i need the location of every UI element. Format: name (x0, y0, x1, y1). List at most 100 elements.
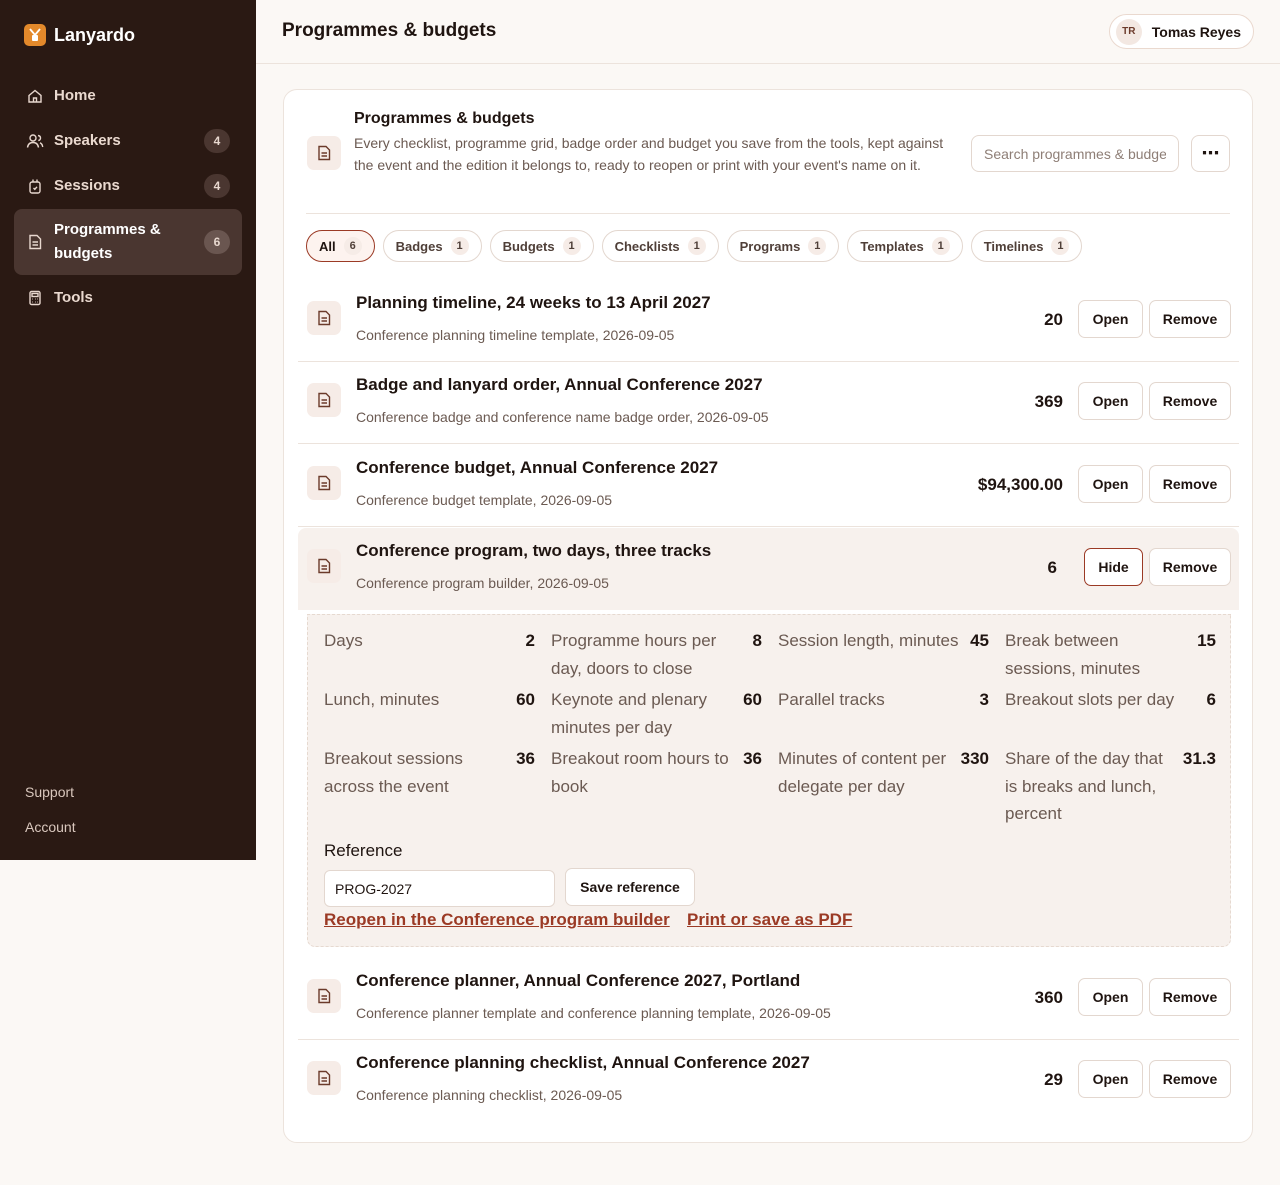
brand[interactable]: Lanyardo (24, 24, 135, 46)
remove-button[interactable]: Remove (1149, 300, 1231, 338)
filter-label: Checklists (614, 238, 680, 254)
stat-label: Breakout room hours to book (551, 749, 729, 796)
users-icon (26, 132, 44, 150)
document-icon (307, 549, 341, 583)
remove-button[interactable]: Remove (1149, 1060, 1231, 1098)
item-subtitle: Conference planner template and conferen… (356, 1005, 831, 1021)
stat-label: Session length, minutes (778, 631, 959, 650)
filter-budgets[interactable]: Budgets 1 (489, 230, 594, 262)
open-button[interactable]: Open (1078, 978, 1143, 1016)
filter-templates[interactable]: Templates 1 (847, 230, 963, 262)
filter-count: 1 (687, 237, 706, 255)
item-subtitle: Conference budget template, 2026-09-05 (356, 492, 613, 508)
stat-label: Minutes of content per delegate per day (778, 749, 947, 796)
stat-value: 2 (525, 631, 535, 650)
stat-item: Breakout sessions across the event 36 (324, 745, 535, 828)
item-title: Badge and lanyard order, Annual Conferen… (356, 375, 763, 394)
programmes-card: Programmes & budgets Every checklist, pr… (283, 89, 1253, 1143)
stats-grid: Days 2 Programme hours per day, doors to … (324, 627, 1216, 832)
stat-item: Days 2 (324, 627, 535, 682)
stat-item: Lunch, minutes 60 (324, 686, 535, 741)
search-input[interactable] (971, 135, 1179, 172)
document-icon (307, 979, 341, 1013)
stat-label: Break between sessions, minutes (1005, 631, 1141, 678)
stat-label: Parallel tracks (778, 690, 885, 709)
filter-label: Budgets (502, 238, 555, 254)
sidebar-footer: Support Account (25, 780, 76, 850)
filter-count: 1 (1051, 237, 1070, 255)
remove-button[interactable]: Remove (1149, 978, 1231, 1016)
item-subtitle: Conference program builder, 2026-09-05 (356, 575, 609, 591)
sidebar-item-label: Programmes & budgets (54, 221, 161, 262)
open-button[interactable]: Open (1078, 1060, 1143, 1098)
item-value: $94,300.00 (977, 475, 1063, 494)
sidebar-item-label: Tools (54, 289, 93, 306)
card-description: Every checklist, programme grid, badge o… (354, 135, 944, 173)
item-value: 369 (1034, 392, 1063, 411)
list-item: Conference planner, Annual Conference 20… (298, 958, 1239, 1040)
sidebar-nav: Home Speakers 4 Sessions 4 Programmes & … (14, 74, 242, 321)
filter-all[interactable]: All 6 (306, 230, 375, 262)
reference-input[interactable] (324, 870, 555, 907)
badge-icon (26, 177, 44, 195)
print-pdf-link[interactable]: Print or save as PDF (687, 910, 852, 930)
list-item: Conference planning checklist, Annual Co… (298, 1040, 1239, 1122)
filter-timelines[interactable]: Timelines 1 (970, 230, 1083, 262)
stat-item: Keynote and plenary minutes per day 60 (551, 686, 762, 741)
support-link[interactable]: Support (25, 780, 76, 815)
filter-badges[interactable]: Badges 1 (382, 230, 482, 262)
page-title: Programmes & budgets (282, 20, 497, 41)
open-button[interactable]: Open (1078, 465, 1143, 503)
more-options-button[interactable]: ⋯ (1191, 135, 1230, 172)
stat-label: Programme hours per day, doors to close (551, 631, 717, 678)
user-menu-button[interactable]: TR Tomas Reyes (1108, 14, 1254, 49)
item-value: 20 (1044, 310, 1063, 329)
document-icon (307, 301, 341, 335)
filter-programs[interactable]: Programs 1 (726, 230, 840, 262)
stat-label: Keynote and plenary minutes per day (551, 690, 707, 737)
item-subtitle: Conference planning checklist, 2026-09-0… (356, 1087, 623, 1103)
program-detail-panel: Days 2 Programme hours per day, doors to … (307, 614, 1231, 947)
stat-item: Parallel tracks 3 (778, 686, 989, 741)
list-item: Conference budget, Annual Conference 202… (298, 445, 1239, 527)
list-item-expanded: Conference program, two days, three trac… (298, 528, 1239, 610)
sidebar-item-speakers[interactable]: Speakers 4 (14, 119, 242, 163)
sidebar-item-tools[interactable]: Tools (14, 276, 242, 320)
filter-count: 6 (343, 237, 362, 255)
count-badge: 4 (204, 129, 230, 153)
home-icon (26, 87, 44, 105)
reopen-builder-link[interactable]: Reopen in the Conference program builder (324, 910, 670, 930)
remove-button[interactable]: Remove (1149, 382, 1231, 420)
remove-button[interactable]: Remove (1149, 548, 1231, 586)
stat-value: 3 (979, 690, 989, 709)
filter-count: 1 (808, 237, 827, 255)
item-subtitle: Conference badge and conference name bad… (356, 409, 769, 425)
filter-label: Badges (395, 238, 443, 254)
filter-count: 1 (450, 237, 469, 255)
sidebar-item-programmes-budgets[interactable]: Programmes & budgets 6 (14, 209, 242, 275)
filter-label: Templates (860, 238, 924, 254)
stat-item: Minutes of content per delegate per day 3… (778, 745, 989, 828)
filter-pills: All 6 Badges 1 Budgets 1 Checklists 1 Progra… (306, 230, 1083, 262)
stat-value: 60 (743, 690, 762, 709)
item-title: Planning timeline, 24 weeks to 13 April … (356, 293, 711, 312)
stat-value: 60 (516, 690, 535, 709)
sidebar-item-sessions[interactable]: Sessions 4 (14, 164, 242, 208)
stat-label: Breakout slots per day (1005, 690, 1175, 709)
open-button[interactable]: Open (1078, 382, 1143, 420)
account-link[interactable]: Account (25, 815, 76, 850)
hide-button[interactable]: Hide (1084, 548, 1143, 586)
document-icon (307, 383, 341, 417)
filter-checklists[interactable]: Checklists 1 (601, 230, 719, 262)
sidebar-item-home[interactable]: Home (14, 74, 242, 118)
count-badge: 4 (204, 174, 230, 198)
stat-item: Programme hours per day, doors to close 8 (551, 627, 762, 682)
remove-button[interactable]: Remove (1149, 465, 1231, 503)
stat-value: 8 (752, 631, 762, 650)
item-title: Conference program, two days, three trac… (356, 541, 712, 560)
open-button[interactable]: Open (1078, 300, 1143, 338)
filter-label: Programs (739, 238, 801, 254)
save-reference-button[interactable]: Save reference (565, 868, 695, 906)
count-badge: 6 (204, 230, 230, 254)
reference-label: Reference (324, 841, 403, 860)
